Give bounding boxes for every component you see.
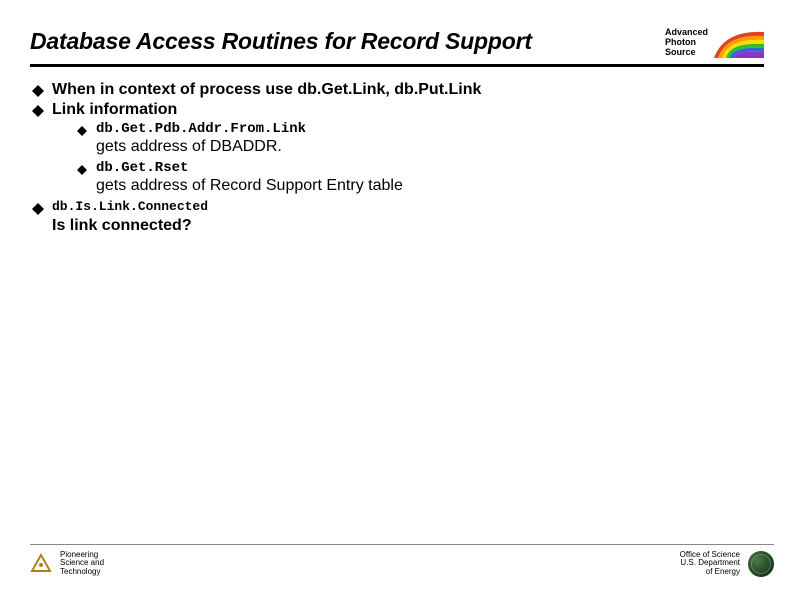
footer: Pioneering Science and Technology Office… <box>30 544 774 577</box>
bullet-2a-desc: gets address of DBADDR. <box>76 138 764 156</box>
bullet-2b: db.Get.Rset <box>76 160 764 176</box>
bullet-3: db.Is.Link.Connected <box>32 199 764 215</box>
slide: Database Access Routines for Record Supp… <box>0 0 794 595</box>
footer-left-text: Pioneering Science and Technology <box>60 551 104 577</box>
argonne-logo-icon <box>30 553 52 575</box>
bullet-1-text: When in context of process use db.Get.Li… <box>52 81 481 99</box>
aps-logo-text: Advanced Photon Source <box>665 28 708 58</box>
rainbow-icon <box>714 28 764 58</box>
bullet-2-sub: db.Get.Pdb.Addr.From.Link gets address o… <box>32 121 764 195</box>
bullet-3-desc: Is link connected? <box>32 217 764 235</box>
slide-title: Database Access Routines for Record Supp… <box>30 28 532 55</box>
bullet-3-code: db.Is.Link.Connected <box>52 199 208 214</box>
diamond-icon <box>32 85 44 97</box>
bullet-2-text: Link information <box>52 101 177 119</box>
doe-logo-icon <box>748 551 774 577</box>
bullet-2a: db.Get.Pdb.Addr.From.Link <box>76 121 764 137</box>
diamond-icon <box>32 105 44 117</box>
bullet-2b-code: db.Get.Rset <box>96 160 188 176</box>
footer-right-3: of Energy <box>680 568 740 577</box>
aps-line3: Source <box>665 48 708 58</box>
footer-right: Office of Science U.S. Department of Ene… <box>680 551 774 577</box>
content: When in context of process use db.Get.Li… <box>30 81 764 235</box>
aps-logo: Advanced Photon Source <box>665 28 764 58</box>
footer-right-text: Office of Science U.S. Department of Ene… <box>680 551 740 577</box>
bullet-1: When in context of process use db.Get.Li… <box>32 81 764 99</box>
header: Database Access Routines for Record Supp… <box>30 28 764 67</box>
footer-left: Pioneering Science and Technology <box>30 551 104 577</box>
diamond-icon <box>32 203 44 215</box>
footer-left-3: Technology <box>60 568 104 577</box>
bullet-2b-desc: gets address of Record Support Entry tab… <box>76 177 764 195</box>
bullet-2: Link information <box>32 101 764 119</box>
diamond-outline-icon <box>76 125 88 137</box>
diamond-outline-icon <box>76 164 88 176</box>
bullet-2a-code: db.Get.Pdb.Addr.From.Link <box>96 121 306 137</box>
